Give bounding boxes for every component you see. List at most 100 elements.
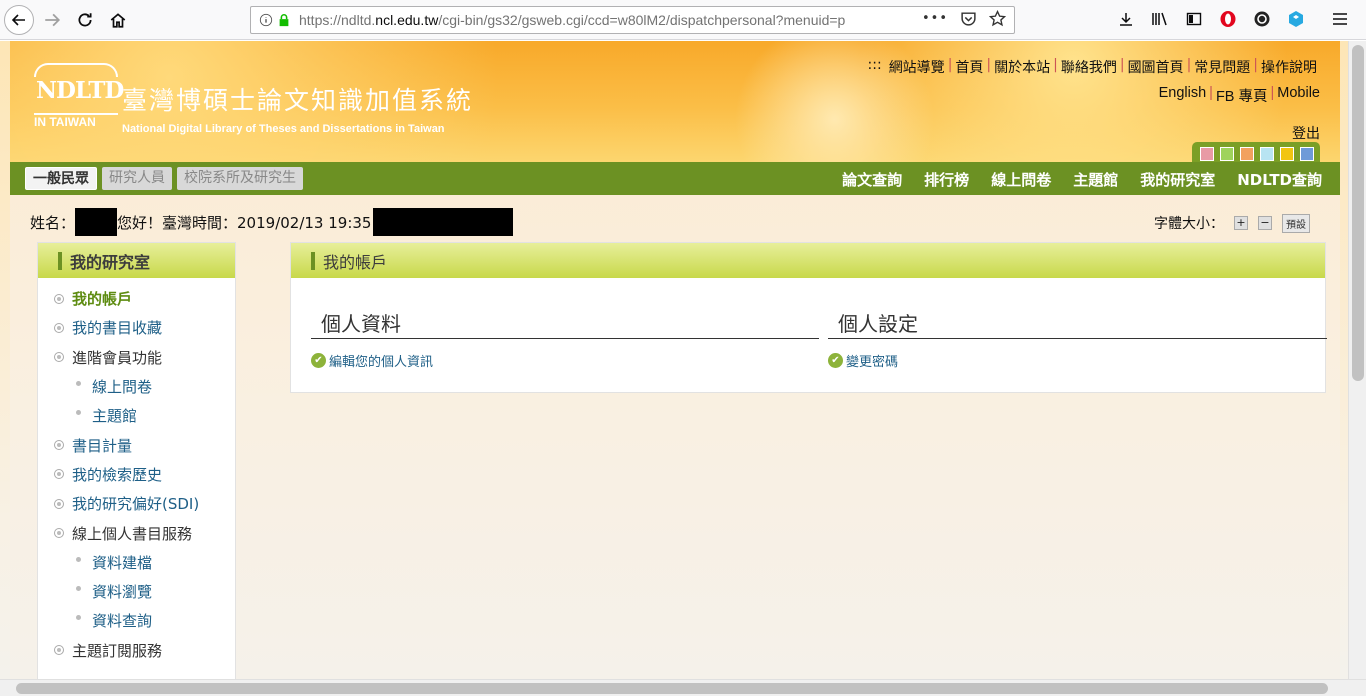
menu-icon[interactable] — [1330, 8, 1350, 30]
sidebar-item-data-entry[interactable]: 資料建檔 — [38, 548, 235, 577]
site-title-en: National Digital Library of Theses and D… — [122, 123, 445, 135]
site-logo[interactable]: NDLTD IN TAIWAN 臺灣博碩士論文知識加值系統 National D… — [34, 63, 473, 135]
settings-heading: 個人設定 — [828, 313, 1327, 339]
home-button[interactable] — [103, 5, 133, 35]
lock-icon[interactable] — [277, 13, 291, 27]
tab-institution[interactable]: 校院系所及研究生 — [177, 167, 303, 190]
account-panel: 我的帳戶 個人資料 ✔ 編輯您的個人資訊 個人設定 ✔ 變更密碼 — [290, 242, 1327, 393]
sidebar-item-bibliometrics[interactable]: 書目計量 — [38, 430, 235, 459]
arrow-left-icon — [11, 13, 25, 26]
sidebar-icon[interactable] — [1184, 8, 1204, 30]
nav-topics[interactable]: 主題館 — [1073, 169, 1118, 190]
link-fb-page[interactable]: FB 專頁 — [1216, 85, 1268, 106]
vertical-scroll-thumb[interactable] — [1352, 45, 1364, 381]
sidebar-item-topic-hall[interactable]: 主題館 — [38, 401, 235, 430]
info-icon[interactable] — [259, 13, 273, 27]
link-ncl-home[interactable]: 國圖首頁 — [1125, 57, 1187, 77]
dot-bullet-icon — [76, 615, 81, 621]
theme-swatch-pink[interactable] — [1200, 147, 1214, 161]
dot-bullet-icon — [76, 556, 81, 562]
theme-swatch-yellow[interactable] — [1280, 147, 1294, 161]
theme-swatch-blue[interactable] — [1300, 147, 1314, 161]
profile-section: 個人資料 ✔ 編輯您的個人資訊 — [311, 313, 819, 370]
account-panel-title: 我的帳戶 — [323, 252, 388, 272]
role-tabs: 一般民眾 研究人員 校院系所及研究生 — [25, 167, 303, 190]
browser-toolbar: https://ndltd.ncl.edu.tw/cgi-bin/gs32/gs… — [0, 0, 1366, 40]
site-title-zh: 臺灣博碩士論文知識加值系統 — [122, 86, 474, 115]
logout-link[interactable]: 登出 — [1292, 123, 1320, 143]
theme-swatch-green[interactable] — [1220, 147, 1234, 161]
sidebar-item-advanced-member: 進階會員功能 — [38, 343, 235, 372]
link-sitemap[interactable]: 網站導覽 — [886, 57, 948, 77]
horizontal-scrollbar[interactable] — [0, 679, 1366, 696]
home-icon — [110, 12, 126, 28]
site-header: NDLTD IN TAIWAN 臺灣博碩士論文知識加值系統 National D… — [10, 41, 1340, 164]
check-circle-icon: ✔ — [311, 353, 326, 368]
theme-color-picker — [1192, 142, 1320, 164]
sidebar: 我的研究室 我的帳戶 我的書目收藏 進階會員功能 線上問卷 主題館 書目計量 我… — [37, 242, 236, 679]
sidebar-item-bookmarks[interactable]: 我的書目收藏 — [38, 313, 235, 342]
sidebar-item-topic-subscription: 主題訂閱服務 — [38, 636, 235, 665]
redacted-name — [75, 208, 118, 236]
sidebar-item-my-account[interactable]: 我的帳戶 — [38, 284, 235, 313]
sidebar-item-online-survey[interactable]: 線上問卷 — [38, 372, 235, 401]
link-help[interactable]: 操作說明 — [1258, 57, 1320, 77]
horizontal-scroll-thumb[interactable] — [16, 683, 1328, 694]
url-bar[interactable]: https://ndltd.ncl.edu.tw/cgi-bin/gs32/gs… — [250, 6, 1015, 34]
forward-button[interactable] — [37, 5, 67, 35]
back-button[interactable] — [4, 4, 34, 35]
sidebar-item-sdi[interactable]: 我的研究偏好(SDI) — [38, 489, 235, 518]
sidebar-item-search-history[interactable]: 我的檢索歷史 — [38, 460, 235, 489]
link-faq[interactable]: 常見問題 — [1191, 57, 1253, 77]
arrow-right-icon — [45, 13, 61, 26]
reload-button[interactable] — [70, 5, 100, 35]
extension-icon[interactable] — [1252, 8, 1272, 30]
cube-extension-icon[interactable] — [1286, 8, 1306, 30]
font-increase-button[interactable]: + — [1234, 216, 1248, 230]
nav-rankings[interactable]: 排行榜 — [924, 169, 969, 190]
sidebar-item-personal-bib-service: 線上個人書目服務 — [38, 518, 235, 547]
tab-researcher[interactable]: 研究人員 — [102, 167, 172, 190]
circle-bullet-icon — [54, 322, 64, 333]
font-reset-button[interactable]: 預設 — [1282, 213, 1310, 233]
greeting-time: 您好！臺灣時間：2019/02/13 19:35 — [117, 213, 372, 232]
theme-swatch-orange[interactable] — [1240, 147, 1254, 161]
utility-links-prefix: ::: — [867, 57, 882, 73]
dot-bullet-icon — [76, 381, 81, 387]
account-panel-header: 我的帳戶 — [291, 243, 1325, 278]
profile-heading: 個人資料 — [311, 313, 819, 339]
nav-survey[interactable]: 線上問卷 — [991, 169, 1051, 190]
nav-my-lab[interactable]: 我的研究室 — [1140, 169, 1215, 190]
change-password-link[interactable]: ✔ 變更密碼 — [828, 351, 1327, 370]
link-contact[interactable]: 聯絡我們 — [1058, 57, 1120, 77]
redacted-info — [373, 208, 514, 236]
circle-bullet-icon — [54, 293, 64, 304]
vertical-scrollbar[interactable] — [1348, 41, 1366, 679]
reload-icon — [78, 12, 92, 26]
sidebar-item-data-query[interactable]: 資料查詢 — [38, 606, 235, 635]
theme-swatch-lightblue[interactable] — [1260, 147, 1274, 161]
pocket-icon[interactable] — [960, 10, 977, 27]
bookmark-star-icon[interactable] — [989, 10, 1006, 27]
link-home[interactable]: 首頁 — [952, 57, 986, 77]
ndltd-logo-mark: NDLTD IN TAIWAN — [34, 63, 124, 129]
download-icon[interactable] — [1116, 8, 1136, 30]
sidebar-item-data-browse[interactable]: 資料瀏覽 — [38, 577, 235, 606]
main-nav: 論文查詢 排行榜 線上問卷 主題館 我的研究室 NDLTD查詢 — [842, 169, 1322, 190]
font-size-control: 字體大小： + − 預設 — [1154, 213, 1310, 233]
link-about[interactable]: 關於本站 — [991, 57, 1053, 77]
circle-bullet-icon — [54, 352, 64, 363]
page-content: NDLTD IN TAIWAN 臺灣博碩士論文知識加值系統 National D… — [10, 41, 1340, 679]
nav-thesis-search[interactable]: 論文查詢 — [842, 169, 902, 190]
settings-section: 個人設定 ✔ 變更密碼 — [828, 313, 1327, 370]
tab-general-public[interactable]: 一般民眾 — [25, 167, 97, 190]
link-english[interactable]: English — [1159, 85, 1207, 106]
link-mobile[interactable]: Mobile — [1277, 85, 1320, 106]
opera-icon[interactable] — [1218, 8, 1238, 30]
font-decrease-button[interactable]: − — [1258, 216, 1272, 230]
page-actions-icon[interactable]: ••• — [922, 11, 948, 26]
library-icon[interactable] — [1150, 8, 1170, 30]
check-circle-icon: ✔ — [828, 353, 843, 368]
nav-ndltd-search[interactable]: NDLTD查詢 — [1237, 169, 1322, 190]
edit-profile-link[interactable]: ✔ 編輯您的個人資訊 — [311, 351, 819, 370]
